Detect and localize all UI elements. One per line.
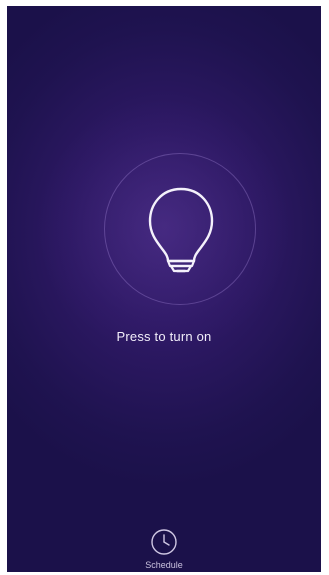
schedule-button[interactable]: Schedule xyxy=(139,528,189,572)
power-status-text: Press to turn on xyxy=(116,329,212,344)
schedule-label: Schedule xyxy=(145,560,183,570)
app-screen: Press to turn on Schedule xyxy=(7,6,321,572)
lightbulb-icon xyxy=(148,187,214,273)
power-toggle-button[interactable] xyxy=(104,153,256,305)
clock-icon xyxy=(151,529,177,555)
